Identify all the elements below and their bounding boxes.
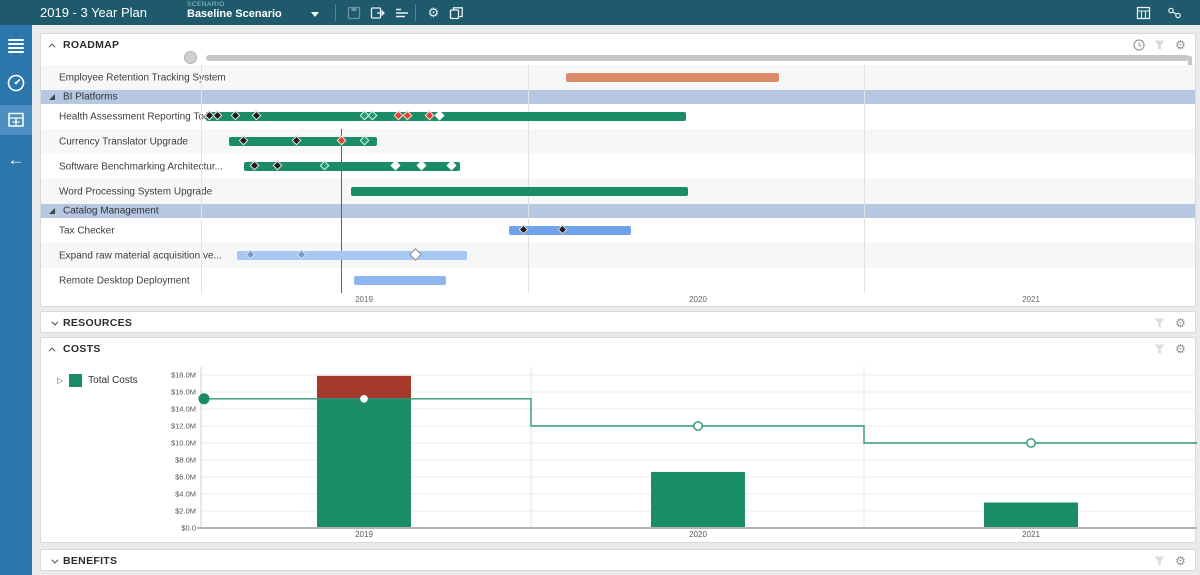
- y-tick-label: $10.0M: [171, 439, 196, 448]
- gantt-bar[interactable]: [206, 112, 686, 121]
- group-row[interactable]: BI Platforms: [41, 90, 1195, 104]
- line-point-marker: [693, 421, 703, 431]
- gantt-chart: Employee Retention Tracking System BI Pla…: [41, 65, 1195, 293]
- scrollbar-thumb[interactable]: [184, 51, 197, 64]
- copy-scenario-icon[interactable]: [448, 4, 465, 21]
- gauge-icon: [7, 74, 25, 92]
- cost-bar-green[interactable]: [651, 471, 745, 528]
- expand-chevron-icon: [51, 318, 59, 326]
- year-label: 2019: [355, 295, 373, 304]
- gantt-bar[interactable]: [351, 187, 688, 196]
- tree-expander-icon[interactable]: [49, 94, 55, 100]
- tree-expander-icon[interactable]: [49, 208, 55, 214]
- top-app-bar: 2019 - 3 Year Plan SCENARIO Baseline Sce…: [0, 0, 1200, 25]
- hamburger-icon: [8, 37, 24, 55]
- history-clock-icon[interactable]: [1132, 39, 1145, 52]
- today-line: [341, 129, 342, 293]
- x-tick-label: 2021: [1022, 530, 1040, 539]
- y-tick-label: $12.0M: [171, 422, 196, 431]
- costs-chart: $18.0M $16.0M $14.0M $12.0M $10.0M $8.0M $6.0M…: [171, 367, 1197, 539]
- resources-section-header[interactable]: RESOURCES: [51, 317, 132, 329]
- back-arrow-icon: ←: [7, 149, 25, 169]
- y-tick-label: $14.0M: [171, 405, 196, 414]
- line-start-marker: [198, 393, 210, 405]
- resources-panel: RESOURCES ⚙: [40, 311, 1196, 333]
- gear-icon[interactable]: ⚙: [1174, 317, 1187, 330]
- list-view-icon[interactable]: [393, 4, 410, 21]
- roadmap-panel: ROADMAP ⚙ Employee Retention Tracking Sy…: [40, 33, 1196, 307]
- collapse-chevron-icon: [48, 42, 56, 50]
- cost-bar-green[interactable]: [984, 502, 1078, 529]
- group-label: Catalog Management: [63, 205, 159, 217]
- row-label: Expand raw material acquisition ve...: [59, 250, 222, 261]
- toolbar-divider: [415, 4, 416, 21]
- gantt-row[interactable]: Expand raw material acquisition ve...: [41, 243, 1195, 268]
- section-title: RESOURCES: [63, 317, 133, 329]
- year-label: 2020: [689, 295, 707, 304]
- row-label: Tax Checker: [59, 225, 115, 236]
- line-point-marker: [360, 395, 368, 403]
- toolbar-divider: [335, 4, 336, 21]
- y-tick-label: $4.0M: [175, 490, 196, 499]
- x-tick-label: 2019: [355, 530, 373, 539]
- section-title: ROADMAP: [63, 39, 120, 51]
- gantt-bar[interactable]: [354, 276, 446, 285]
- y-tick-label: $8.0M: [175, 456, 196, 465]
- save-icon[interactable]: [345, 4, 362, 21]
- left-nav-sidebar: ←: [0, 25, 32, 575]
- row-label: Remote Desktop Deployment: [59, 275, 190, 286]
- label-column-divider: [201, 65, 202, 293]
- roadmap-section-header[interactable]: ROADMAP: [48, 39, 120, 51]
- scenario-dropdown[interactable]: SCENARIO Baseline Scenario: [187, 1, 282, 20]
- gear-icon[interactable]: ⚙: [1174, 39, 1187, 52]
- group-row[interactable]: Catalog Management: [41, 204, 1195, 218]
- planning-grid-icon: [8, 112, 24, 127]
- year-gridline: [864, 65, 865, 293]
- scenario-label: SCENARIO: [187, 1, 225, 8]
- filter-icon[interactable]: [1153, 39, 1166, 52]
- gantt-bar[interactable]: [229, 137, 377, 146]
- filter-icon[interactable]: [1153, 555, 1166, 568]
- menu-button[interactable]: [0, 31, 32, 61]
- group-label: BI Platforms: [63, 91, 118, 103]
- gantt-bar[interactable]: [566, 73, 779, 82]
- benefits-section-header[interactable]: BENEFITS: [51, 555, 117, 567]
- share-icon[interactable]: [1166, 4, 1183, 21]
- y-tick-label: $6.0M: [175, 473, 196, 482]
- y-tick-label: $0.0: [181, 524, 196, 533]
- expand-chevron-icon: [51, 556, 59, 564]
- row-label: Word Processing System Upgrade: [59, 186, 213, 197]
- line-point-marker: [1026, 438, 1036, 448]
- scenario-value: Baseline Scenario: [187, 8, 282, 20]
- dashboard-nav-button[interactable]: [0, 68, 32, 98]
- costs-panel: COSTS ⚙ ▷ Total Costs $18.0M $16.0M $14.0M…: [40, 337, 1197, 543]
- gantt-bar[interactable]: [237, 251, 467, 260]
- gear-icon[interactable]: ⚙: [425, 4, 442, 21]
- planning-grid-nav-button[interactable]: [0, 105, 32, 135]
- gantt-row[interactable]: Currency Translator Upgrade: [41, 129, 1195, 154]
- export-scenario-icon[interactable]: [369, 4, 386, 21]
- x-tick-label: 2020: [689, 530, 707, 539]
- benefits-panel: BENEFITS ⚙: [40, 549, 1196, 571]
- gantt-row[interactable]: Software Benchmarking Architectur...: [41, 154, 1195, 179]
- year-label: 2021: [1022, 295, 1040, 304]
- y-tick-label: $18.0M: [171, 371, 196, 380]
- row-label: Health Assessment Reporting Tool: [59, 111, 212, 122]
- gantt-row[interactable]: Remote Desktop Deployment: [41, 268, 1195, 293]
- back-button[interactable]: ←: [0, 144, 32, 174]
- year-gridline: [528, 65, 529, 293]
- cost-bar-green[interactable]: [317, 398, 411, 528]
- row-label: Software Benchmarking Architectur...: [59, 161, 223, 172]
- horizontal-scrollbar[interactable]: [206, 55, 1189, 61]
- gear-icon[interactable]: ⚙: [1174, 555, 1187, 568]
- y-tick-label: $16.0M: [171, 388, 196, 397]
- y-tick-label: $2.0M: [175, 507, 196, 516]
- plan-title: 2019 - 3 Year Plan: [40, 5, 147, 20]
- app-window: 2019 - 3 Year Plan SCENARIO Baseline Sce…: [0, 0, 1200, 575]
- filter-icon[interactable]: [1153, 317, 1166, 330]
- chevron-down-icon: [311, 12, 319, 21]
- row-label: Currency Translator Upgrade: [59, 136, 188, 147]
- table-grid-icon[interactable]: [1135, 4, 1152, 21]
- section-title: BENEFITS: [63, 555, 118, 567]
